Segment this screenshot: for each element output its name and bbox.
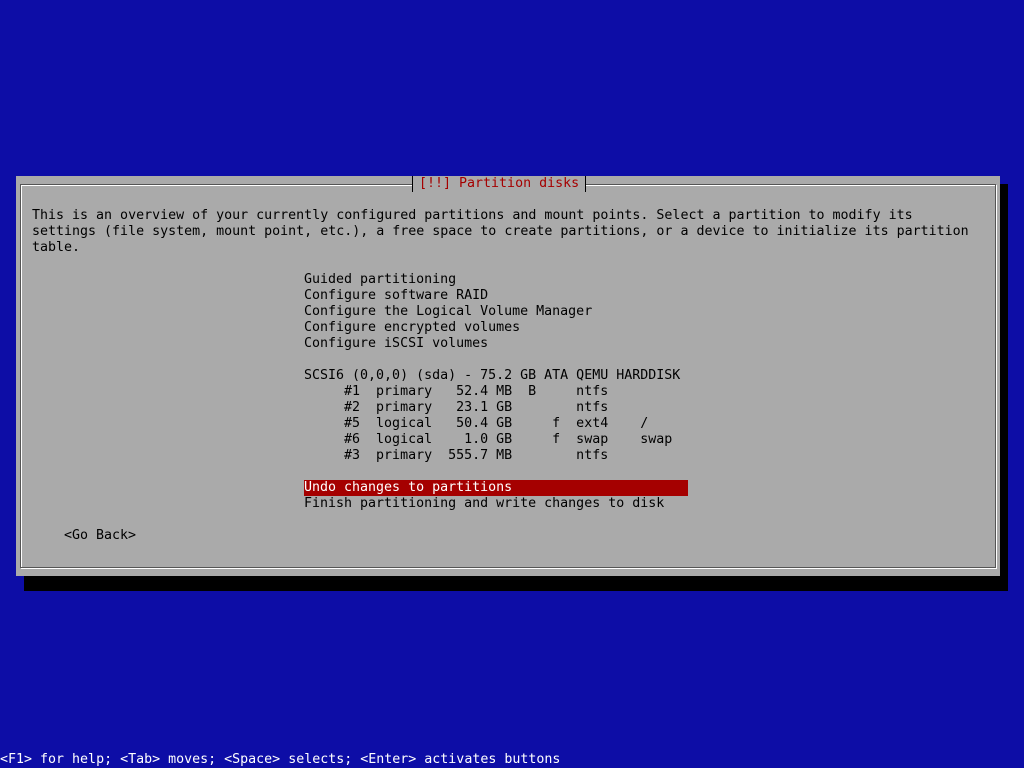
disk-entry-sda[interactable]: SCSI6 (0,0,0) (sda) - 75.2 GB ATA QEMU H… <box>304 368 680 384</box>
partition-entry[interactable]: #2 primary 23.1 GB ntfs <box>304 400 608 416</box>
menu-item-encrypted-volumes[interactable]: Configure encrypted volumes <box>304 320 520 336</box>
menu-item-finish-partitioning[interactable]: Finish partitioning and write changes to… <box>304 496 664 512</box>
description-line-1: This is an overview of your currently co… <box>32 208 913 223</box>
partition-entry[interactable]: #5 logical 50.4 GB f ext4 / <box>304 416 648 432</box>
partition-dialog: [!!] Partition disks This is an overview… <box>16 176 1000 576</box>
go-back-button[interactable]: <Go Back> <box>64 528 136 544</box>
menu-item-guided-partitioning[interactable]: Guided partitioning <box>304 272 456 288</box>
partition-entry[interactable]: #1 primary 52.4 MB B ntfs <box>304 384 608 400</box>
menu-item-iscsi-volumes[interactable]: Configure iSCSI volumes <box>304 336 488 352</box>
description-line-2: settings (file system, mount point, etc.… <box>32 224 969 239</box>
help-bar: <F1> for help; <Tab> moves; <Space> sele… <box>0 752 561 767</box>
description-line-3: table. <box>32 240 81 255</box>
partition-entry[interactable]: #6 logical 1.0 GB f swap swap <box>304 432 672 448</box>
dialog-title: [!!] Partition disks <box>412 176 587 192</box>
partition-entry[interactable]: #3 primary 555.7 MB ntfs <box>304 448 608 464</box>
menu-item-undo-changes[interactable]: Undo changes to partitions <box>304 480 688 496</box>
installer-screen: [!!] Partition disks This is an overview… <box>0 0 1024 768</box>
menu-item-software-raid[interactable]: Configure software RAID <box>304 288 488 304</box>
menu-item-lvm[interactable]: Configure the Logical Volume Manager <box>304 304 592 320</box>
